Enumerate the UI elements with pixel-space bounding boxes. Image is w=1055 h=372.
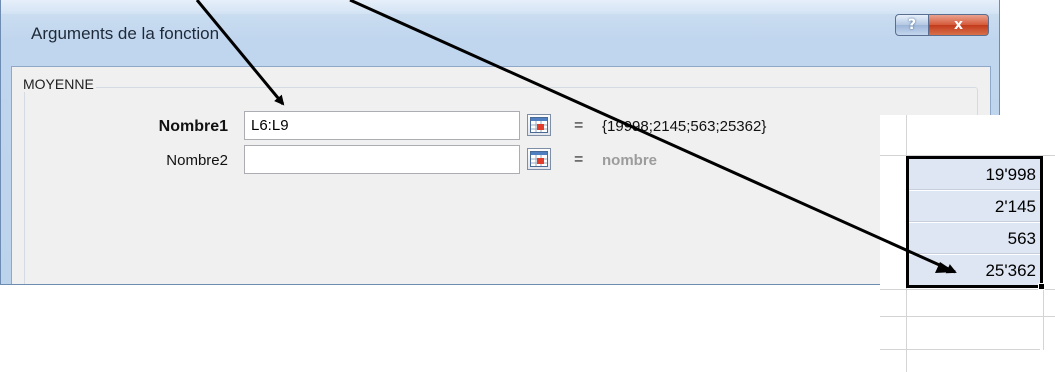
- grid-line: [1043, 290, 1044, 350]
- close-button[interactable]: x: [929, 14, 989, 36]
- nombre2-collapse-button[interactable]: [527, 148, 551, 170]
- help-button[interactable]: ?: [895, 14, 929, 36]
- nombre2-equals: =: [574, 151, 584, 168]
- nombre1-result: {19998;2145;563;25362}: [602, 118, 767, 135]
- fill-handle[interactable]: [1038, 283, 1045, 290]
- nombre2-result: nombre: [602, 152, 658, 169]
- dialog-content: [11, 66, 991, 284]
- nombre1-equals: =: [574, 117, 584, 134]
- cell-l8[interactable]: 563: [908, 223, 1042, 254]
- range-select-icon: [530, 117, 548, 133]
- range-select-icon: [530, 151, 548, 167]
- dialog-title: Arguments de la fonction: [31, 24, 220, 43]
- function-arguments-dialog: Arguments de la fonction ? x MOYENNE Nom…: [0, 0, 1000, 285]
- grid-line: [880, 349, 1040, 350]
- cell-l9[interactable]: 25'362: [908, 255, 1042, 286]
- title-bar-buttons: ? x: [895, 14, 989, 36]
- arg-label-nombre1: Nombre1: [158, 118, 228, 135]
- cell-l6[interactable]: 19'998: [908, 159, 1042, 190]
- grid-line: [906, 115, 907, 372]
- cell-l7[interactable]: 2'145: [908, 191, 1042, 222]
- nombre1-collapse-button[interactable]: [527, 114, 551, 136]
- nombre1-input[interactable]: [244, 111, 520, 140]
- help-icon: ?: [907, 17, 917, 33]
- function-name-label: MOYENNE: [21, 76, 96, 92]
- close-icon: x: [953, 17, 964, 33]
- nombre2-input[interactable]: [244, 145, 520, 174]
- arg-label-nombre2: Nombre2: [166, 152, 228, 169]
